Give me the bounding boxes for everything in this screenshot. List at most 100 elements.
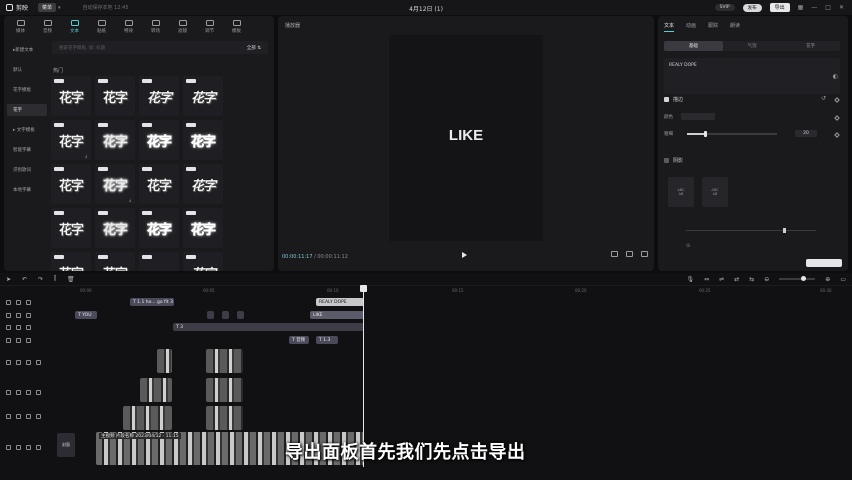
preview-canvas[interactable]: LIKE [389,35,543,241]
fancy-text-tile[interactable]: 花字 [183,252,223,271]
fancy-text-tile[interactable]: 花字 [183,76,223,116]
tab-text-props[interactable]: 文本 [664,22,675,32]
fancy-text-tile[interactable]: 花字 [95,120,135,160]
eye-icon[interactable] [26,313,31,318]
undo-icon[interactable]: ↶ [22,276,27,283]
text-clip[interactable]: T 1.1 ho... go fit 3 [130,298,174,306]
eye-icon[interactable] [26,300,31,305]
apply-all-button[interactable] [806,259,842,267]
keyframe-icon[interactable] [834,97,840,103]
video-clip[interactable] [206,406,243,430]
nav-fancy-template[interactable]: 花字模板 [7,84,47,96]
text-content-field[interactable]: REALY DOPE [664,58,840,94]
video-clip[interactable] [140,378,172,402]
nav-fancy-text[interactable]: 花字 [7,104,47,116]
lock-icon[interactable] [16,360,21,365]
text-clip[interactable]: LIKE [310,311,364,319]
crop-icon[interactable] [611,251,618,257]
export-button[interactable]: 导出 [769,3,790,12]
tab-animation[interactable]: 动画 [686,22,696,32]
search-input[interactable]: 搜索花字模板, 如: 标题 全部 ⇅ [52,41,268,54]
sticker-clip[interactable] [222,311,229,319]
nav-smart-subtitle[interactable]: 智能字幕 [7,144,47,156]
audio-icon[interactable] [36,390,41,395]
shadow-preset[interactable]: ABC AB [702,177,728,207]
tab-audio[interactable]: 音频 [35,18,60,36]
close-icon[interactable]: ✕ [839,4,844,11]
video-clip[interactable] [206,378,243,402]
fancy-text-tile[interactable] [139,252,179,271]
fancy-text-tile[interactable]: 花字 [51,76,91,116]
mic-icon[interactable]: 🎙 [687,276,695,283]
nav-default[interactable]: 默认 [7,64,47,76]
lock-icon[interactable] [16,414,21,419]
eye-icon[interactable] [26,390,31,395]
tab-media[interactable]: 媒体 [8,18,33,36]
split-icon[interactable]: ⫿ [54,275,56,283]
fancy-text-tile[interactable]: 花字 [183,208,223,248]
preview-axis-icon[interactable]: ⇆ [749,276,754,283]
fancy-text-tile[interactable]: 花字 [183,120,223,160]
tab-template[interactable]: 模板 [224,18,249,36]
shadow-checkbox[interactable] [664,158,669,163]
canvas-text[interactable]: LIKE [389,127,543,144]
tab-text[interactable]: 文本 [62,18,87,36]
maximize-icon[interactable]: □ [825,4,831,11]
fit-icon[interactable]: ▭ [840,276,846,283]
layout-icon[interactable]: ▦ [798,4,804,11]
color-swatch[interactable] [681,113,715,120]
playhead-handle[interactable] [360,285,367,292]
text-clip[interactable]: T 1.3 [316,336,338,344]
audio-icon[interactable] [36,360,41,365]
lock-icon[interactable] [16,313,21,318]
slider-knob[interactable] [704,130,707,137]
zoom-slider[interactable] [779,276,816,281]
reset-icon[interactable]: ↺ [821,95,826,102]
nav-local-subtitle[interactable]: 本地字幕 [7,184,47,196]
tab-transition[interactable]: 转场 [143,18,168,36]
time-ruler[interactable]: 00:00 00:05 00:10 00:15 00:20 00:25 00:3… [55,287,852,295]
nav-lyrics[interactable]: 识别歌词 [7,164,47,176]
sticker-clip[interactable] [237,311,244,319]
stroke-checkbox[interactable] [664,97,669,102]
size-slider[interactable] [687,130,777,137]
fancy-text-tile[interactable]: 花字 [95,76,135,116]
video-clip[interactable] [206,349,243,373]
video-clip[interactable] [157,349,172,373]
size-value[interactable]: 20 [795,130,817,137]
fullscreen-icon[interactable] [641,251,648,257]
text-clip[interactable]: T YOU [75,311,97,319]
video-clip[interactable] [123,406,172,430]
tab-adjust[interactable]: 调节 [197,18,222,36]
tab-sticker[interactable]: 贴纸 [89,18,114,36]
menu-button[interactable]: 菜单 [38,3,57,12]
link-icon[interactable]: ⇔ [704,276,709,283]
nav-new-text[interactable]: ▸新建文本 [7,44,47,56]
download-icon[interactable]: ⤓ [129,197,131,202]
lock-icon[interactable] [16,445,21,450]
lock-icon[interactable] [16,390,21,395]
eye-icon[interactable] [26,445,31,450]
audio-icon[interactable] [36,414,41,419]
fancy-text-tile[interactable]: 花字 [183,164,223,204]
fancy-text-tile[interactable]: 花字 [139,164,179,204]
keyframe-icon[interactable] [834,115,840,121]
snap-icon[interactable]: ⇌ [719,276,724,283]
play-icon[interactable] [462,252,467,258]
zoom-knob[interactable] [801,276,807,281]
publish-button[interactable]: 发布 [742,3,762,12]
minimize-icon[interactable]: — [811,4,817,11]
tab-read-aloud[interactable]: 朗读 [730,22,740,32]
delete-icon[interactable]: 🗑 [67,276,75,283]
shadow-slider-knob[interactable] [783,228,786,233]
fancy-text-tile[interactable]: 花字 [139,208,179,248]
lock-icon[interactable] [16,338,21,343]
eye-icon[interactable] [26,360,31,365]
tab-filter[interactable]: 滤镜 [170,18,195,36]
text-clip-selected[interactable]: REALY DOPE [316,298,364,306]
fancy-text-tile[interactable]: 花字 [139,76,179,116]
shadow-preset[interactable]: ABC AB [668,177,694,207]
nav-text-template[interactable]: ▸ 文字模板 [7,124,47,136]
download-icon[interactable]: ⤓ [85,153,87,158]
subtab-fancy[interactable]: 花字 [781,41,840,51]
